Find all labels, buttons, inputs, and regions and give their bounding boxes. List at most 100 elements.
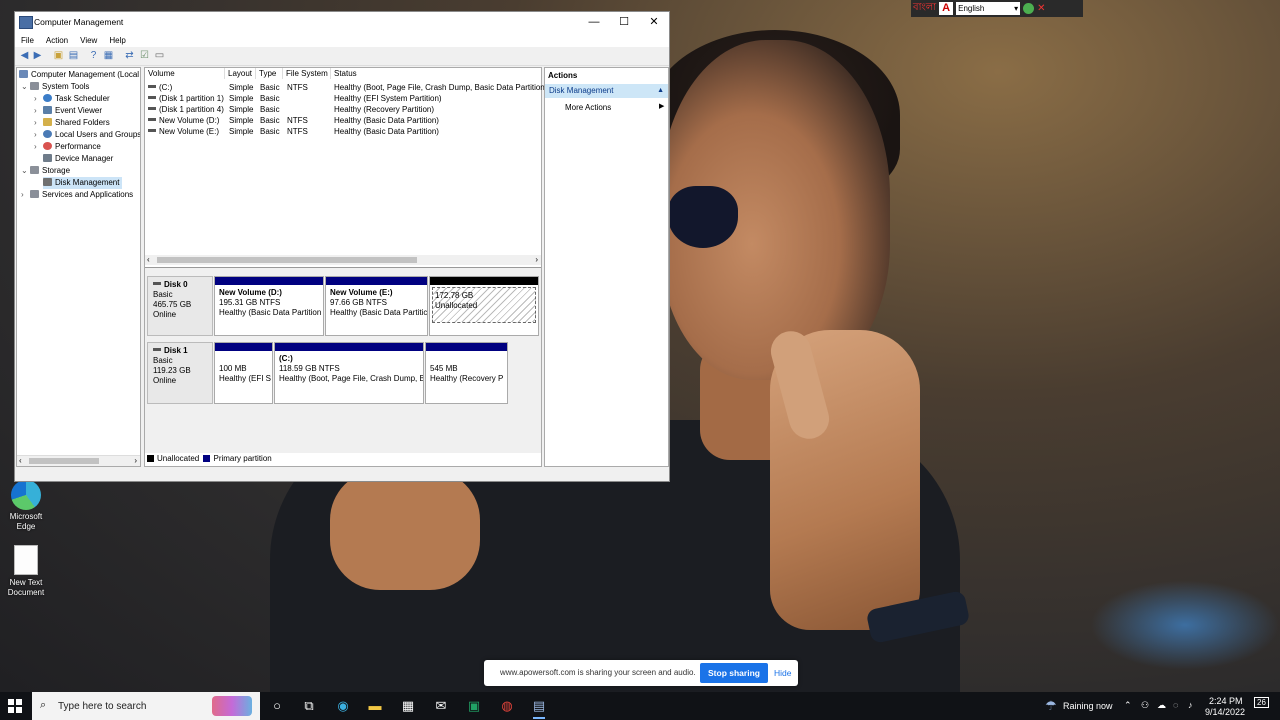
volume-row[interactable]: New Volume (E:) Simple Basic NTFS Health… [145, 126, 541, 137]
partition-recovery[interactable]: 545 MB Healthy (Recovery P [425, 342, 508, 404]
tray-chevron-icon[interactable]: ⌃ [1124, 700, 1132, 711]
actions-section-disk-management[interactable]: Disk Management ▲ [545, 84, 668, 98]
properties-icon[interactable]: ▦ [103, 51, 114, 61]
column-header-status[interactable]: Status [331, 68, 541, 79]
chevron-right-icon[interactable]: › [34, 129, 43, 141]
volume-row[interactable]: (C:) Simple Basic NTFS Healthy (Boot, Pa… [145, 82, 547, 93]
hide-button[interactable]: Hide [774, 668, 791, 678]
menu-view[interactable]: View [74, 32, 103, 47]
unallocated-space[interactable]: 172.78 GB Unallocated [429, 276, 539, 336]
tree-item-local-users[interactable]: › Local Users and Groups [34, 129, 140, 141]
menu-help[interactable]: Help [103, 32, 131, 47]
tree-horizontal-scrollbar[interactable]: ‹ › [17, 455, 140, 466]
column-header-file-system[interactable]: File System [283, 68, 331, 79]
mail-icon[interactable]: ✉ [430, 696, 452, 716]
excel-icon[interactable]: ▣ [463, 696, 485, 716]
scroll-right-icon[interactable]: › [134, 456, 137, 465]
volume-row[interactable]: (Disk 1 partition 4) Simple Basic Health… [145, 104, 541, 115]
tree-item-performance[interactable]: › Performance [34, 141, 101, 153]
folder-icon[interactable]: ▣ [53, 51, 64, 61]
partition-c[interactable]: (C:) 118.59 GB NTFS Healthy (Boot, Page … [274, 342, 424, 404]
bangla-label[interactable]: বাংলা [913, 0, 936, 17]
connect-icon[interactable]: ⇄ [124, 51, 135, 61]
notifications-badge[interactable]: 26 [1254, 697, 1269, 708]
partition-e[interactable]: New Volume (E:) 97.66 GB NTFS Healthy (B… [325, 276, 428, 336]
tree-item-disk-management[interactable]: Disk Management [43, 177, 123, 189]
volume-row[interactable]: New Volume (D:) Simple Basic NTFS Health… [145, 115, 541, 126]
console-tree-icon[interactable]: ▤ [68, 51, 79, 61]
maximize-button[interactable]: ☐ [609, 12, 639, 32]
scrollbar-thumb[interactable] [157, 257, 417, 263]
disk-1-label[interactable]: Disk 1 Basic 119.23 GB Online [147, 342, 213, 404]
network-icon[interactable]: ◌ [1173, 700, 1178, 710]
desktop-icon-text-document[interactable]: New Text Document [1, 545, 51, 598]
chevron-right-icon[interactable]: › [34, 93, 43, 105]
column-header-layout[interactable]: Layout [225, 68, 256, 79]
checklist-icon[interactable]: ☑ [139, 51, 150, 61]
chrome-icon[interactable]: ◍ [496, 696, 518, 716]
language-select[interactable]: English [956, 2, 1021, 15]
cortana-icon[interactable]: ○ [266, 696, 288, 716]
collapse-up-icon[interactable]: ▲ [657, 84, 664, 98]
background-person-fist [330, 470, 480, 590]
edge-taskbar-icon[interactable]: ◉ [332, 696, 354, 716]
tree-item-device-manager[interactable]: Device Manager [43, 153, 113, 165]
chevron-right-icon[interactable]: › [34, 117, 43, 129]
desktop-icon-edge[interactable]: Microsoft Edge [1, 480, 51, 532]
submenu-arrow-icon[interactable]: ▶ [659, 102, 664, 110]
globe-icon[interactable] [1023, 3, 1035, 14]
weather-icon[interactable]: ☂ [1040, 696, 1062, 716]
task-view-icon[interactable]: ⧉ [298, 696, 320, 716]
tree-item-computer-management[interactable]: Computer Management (Local [19, 69, 139, 81]
chevron-down-icon[interactable]: ⌄ [21, 81, 30, 93]
scrollbar-thumb[interactable] [29, 458, 99, 464]
tree-item-task-scheduler[interactable]: › Task Scheduler [34, 93, 110, 105]
onedrive-icon[interactable]: ☁ [1157, 700, 1166, 711]
keyboard-a-icon[interactable]: A [939, 2, 954, 15]
tree-item-event-viewer[interactable]: › Event Viewer [34, 105, 102, 117]
volume-list-horizontal-scrollbar[interactable]: ‹ › [145, 255, 541, 265]
disk-icon [153, 282, 161, 285]
microsoft-store-icon[interactable]: ▦ [397, 696, 419, 716]
screen-sharing-bar: www.apowersoft.com is sharing your scree… [484, 660, 798, 686]
partition-d[interactable]: New Volume (D:) 195.31 GB NTFS Healthy (… [214, 276, 324, 336]
close-button[interactable]: ✕ [639, 12, 669, 32]
chevron-right-icon[interactable]: › [34, 105, 43, 117]
computer-management-taskbar-icon[interactable]: ▤ [528, 696, 550, 719]
file-explorer-icon[interactable]: ▬ [364, 696, 386, 716]
minimize-button[interactable]: — [579, 12, 609, 32]
column-header-volume[interactable]: Volume [145, 68, 225, 79]
back-arrow-icon[interactable]: ◀ [19, 51, 30, 61]
pin-icon[interactable]: ✕ [1037, 3, 1045, 14]
tree-item-shared-folders[interactable]: › Shared Folders [34, 117, 110, 129]
tray-app-icon[interactable]: ⚇ [1141, 700, 1149, 711]
partition-efi[interactable]: 100 MB Healthy (EFI S [214, 342, 273, 404]
tree-item-services[interactable]: › Services and Applications [21, 189, 133, 201]
volume-icon[interactable]: ♪ [1188, 700, 1193, 710]
scroll-left-icon[interactable]: ‹ [19, 456, 22, 465]
windows-start-icon[interactable] [8, 699, 22, 713]
menu-action[interactable]: Action [40, 32, 74, 47]
clock-date[interactable]: 9/14/2022 [1205, 707, 1245, 717]
event-viewer-icon [43, 106, 52, 114]
scroll-right-icon[interactable]: › [535, 255, 538, 264]
taskbar-search-box[interactable]: ⌕ Type here to search [32, 692, 260, 720]
volume-status: Healthy (Basic Data Partition) [334, 127, 439, 136]
chevron-right-icon[interactable]: › [21, 189, 30, 201]
more-actions-item[interactable]: More Actions [565, 102, 611, 114]
tree-item-storage[interactable]: ⌄ Storage [21, 165, 70, 177]
disk-0-label[interactable]: Disk 0 Basic 465.75 GB Online [147, 276, 213, 336]
stop-sharing-button[interactable]: Stop sharing [700, 663, 768, 683]
column-header-type[interactable]: Type [256, 68, 283, 79]
help-icon[interactable]: ? [88, 51, 99, 61]
tree-item-system-tools[interactable]: ⌄ System Tools [21, 81, 89, 93]
view-icon[interactable]: ▭ [154, 51, 165, 61]
chevron-right-icon[interactable]: › [34, 141, 43, 153]
volume-row[interactable]: (Disk 1 partition 1) Simple Basic Health… [145, 93, 541, 104]
forward-arrow-icon[interactable]: ▶ [32, 51, 43, 61]
weather-text[interactable]: Raining now [1063, 701, 1113, 711]
menu-file[interactable]: File [15, 32, 40, 47]
chevron-down-icon[interactable]: ⌄ [21, 165, 30, 177]
scroll-left-icon[interactable]: ‹ [147, 255, 150, 264]
clock-time[interactable]: 2:24 PM [1209, 696, 1243, 706]
